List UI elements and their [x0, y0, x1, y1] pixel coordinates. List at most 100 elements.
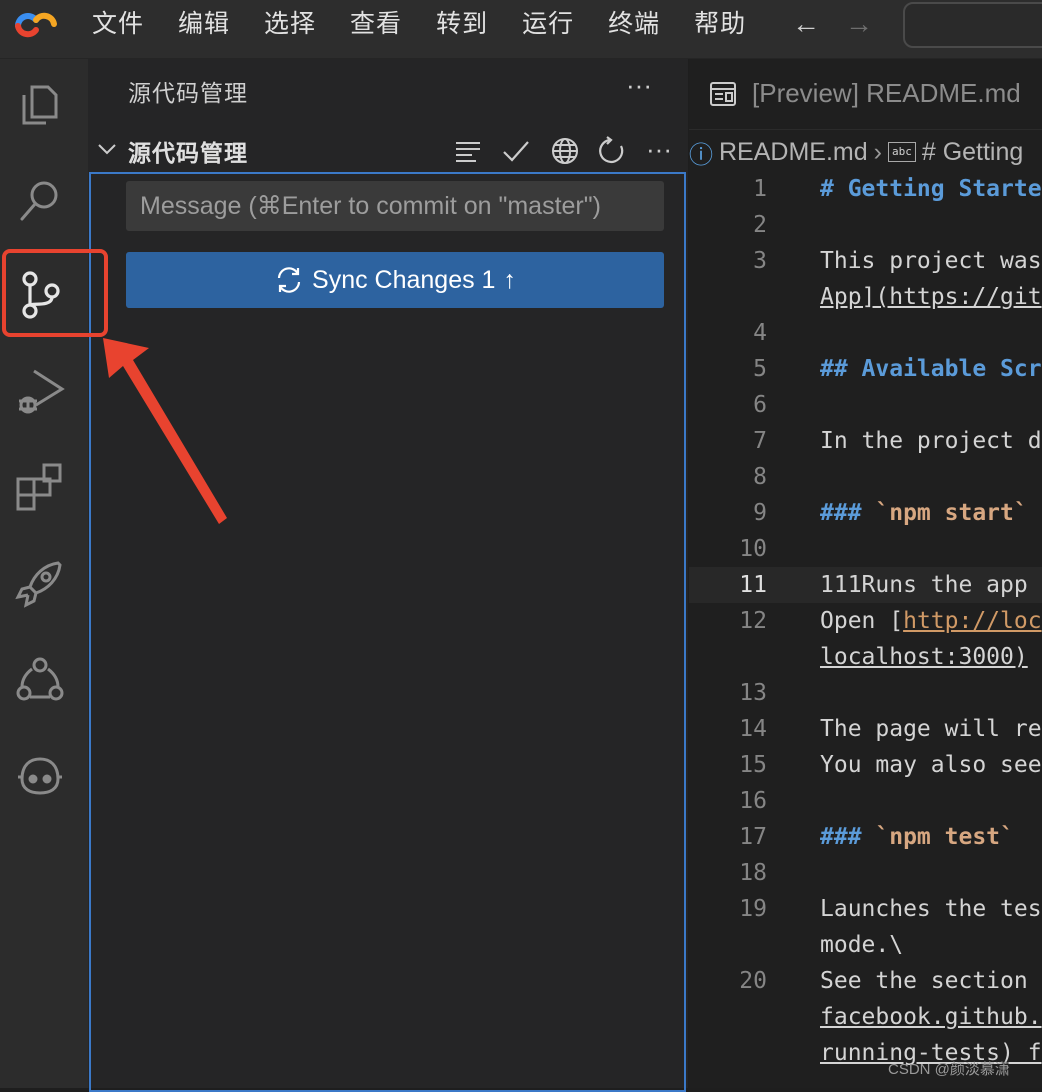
- code-line[interactable]: 12 Open [http://loc: [689, 603, 1042, 639]
- line-text: In the project d: [820, 428, 1042, 454]
- line-number: 6: [753, 392, 767, 418]
- line-number: 4: [753, 320, 767, 346]
- code-line[interactable]: 9 ### `npm start`: [689, 495, 1042, 531]
- symbol-string-icon: abc: [887, 142, 916, 162]
- menu-item[interactable]: 查看: [350, 6, 402, 42]
- code-editor[interactable]: 1 # Getting Starte 2 3 This project was App](…: [689, 171, 1042, 1088]
- forward-arrow-icon[interactable]: →: [845, 8, 873, 40]
- line-number: 16: [739, 788, 767, 814]
- activity-bar: [0, 59, 88, 1088]
- annotation-highlight-box: [2, 249, 108, 337]
- tab-label: [Preview] README.md: [752, 78, 1021, 108]
- code-line[interactable]: 17 ### `npm test`: [689, 819, 1042, 855]
- line-number: 12: [739, 608, 767, 634]
- code-line[interactable]: 14 The page will re: [689, 711, 1042, 747]
- menu-item[interactable]: 转到: [436, 6, 488, 42]
- commit-checkmark-icon[interactable]: [501, 136, 531, 166]
- breadcrumb-file[interactable]: README.md: [719, 138, 868, 167]
- line-number: 11: [739, 572, 767, 598]
- code-line[interactable]: facebook.github.: [689, 999, 1042, 1035]
- code-line[interactable]: 13: [689, 675, 1042, 711]
- watermark: CSDN @颜淡慕潇: [888, 1061, 1010, 1078]
- breadcrumb: ⓘ README.md › abc # Getting: [689, 133, 1023, 171]
- view-as-list-icon[interactable]: [453, 136, 483, 166]
- scm-section-title[interactable]: 源代码管理: [128, 134, 248, 168]
- app-logo-icon: [15, 12, 57, 38]
- code-line[interactable]: 4: [689, 315, 1042, 351]
- breadcrumb-symbol[interactable]: # Getting: [922, 138, 1023, 167]
- rocket-icon[interactable]: [14, 557, 66, 609]
- extensions-icon[interactable]: [14, 461, 66, 513]
- line-text: Launches the tes: [820, 896, 1042, 922]
- line-number: 2: [753, 212, 767, 238]
- globe-icon[interactable]: [550, 136, 580, 166]
- code-line[interactable]: 10: [689, 531, 1042, 567]
- code-line[interactable]: 16: [689, 783, 1042, 819]
- line-text: mode.\: [820, 932, 904, 958]
- line-number: 5: [753, 356, 767, 382]
- code-line[interactable]: 6: [689, 387, 1042, 423]
- refresh-icon[interactable]: [597, 136, 627, 166]
- line-text: facebook.github.: [820, 1004, 1042, 1030]
- sync-icon: [277, 267, 301, 293]
- code-line[interactable]: 1 # Getting Starte: [689, 171, 1042, 207]
- line-text: ## Available Scr: [820, 356, 1042, 382]
- line-number: 7: [753, 428, 767, 454]
- line-number: 17: [739, 824, 767, 850]
- menu-item[interactable]: 编辑: [178, 6, 230, 42]
- code-line[interactable]: 8: [689, 459, 1042, 495]
- copilot-icon[interactable]: [14, 749, 66, 801]
- line-text: localhost:3000): [820, 644, 1028, 670]
- menu-item[interactable]: 帮助: [694, 6, 746, 42]
- line-number: 15: [739, 752, 767, 778]
- search-icon[interactable]: [14, 175, 66, 227]
- code-line[interactable]: 2: [689, 207, 1042, 243]
- explorer-icon[interactable]: [14, 79, 66, 131]
- line-number: 3: [753, 248, 767, 274]
- line-text: This project was: [820, 248, 1042, 274]
- code-line[interactable]: 18: [689, 855, 1042, 891]
- code-line[interactable]: localhost:3000): [689, 639, 1042, 675]
- more-actions-icon[interactable]: ···: [626, 70, 652, 101]
- menu-item[interactable]: 运行: [522, 6, 574, 42]
- code-line[interactable]: 3 This project was: [689, 243, 1042, 279]
- code-line[interactable]: 7 In the project d: [689, 423, 1042, 459]
- line-number: 14: [739, 716, 767, 742]
- line-number: 18: [739, 860, 767, 886]
- code-line[interactable]: App](https://git: [689, 279, 1042, 315]
- code-line[interactable]: 20 See the section: [689, 963, 1042, 999]
- line-text: See the section: [820, 968, 1028, 994]
- back-arrow-icon[interactable]: ←: [792, 8, 820, 40]
- code-line[interactable]: 11 111Runs the app: [689, 567, 1042, 603]
- share-icon[interactable]: [14, 653, 66, 705]
- line-number: 19: [739, 896, 767, 922]
- scm-more-icon[interactable]: ···: [646, 136, 676, 166]
- line-number: 10: [739, 536, 767, 562]
- line-text: The page will re: [820, 716, 1042, 742]
- line-text: # Getting Starte: [820, 176, 1042, 202]
- menu-item[interactable]: 终端: [608, 6, 660, 42]
- code-line[interactable]: 15 You may also see: [689, 747, 1042, 783]
- code-line[interactable]: 19 Launches the tes: [689, 891, 1042, 927]
- code-line[interactable]: mode.\: [689, 927, 1042, 963]
- line-text: App](https://git: [820, 284, 1042, 310]
- chevron-right-icon: ›: [873, 137, 882, 166]
- sync-changes-button[interactable]: Sync Changes 1 ↑: [126, 252, 664, 308]
- run-debug-icon[interactable]: [14, 365, 66, 417]
- line-text: You may also see: [820, 752, 1042, 778]
- line-text: 111Runs the app: [820, 572, 1028, 598]
- commit-message-input[interactable]: [126, 181, 664, 231]
- line-text: ### `npm test`: [820, 824, 1014, 850]
- sidebar-title: 源代码管理: [128, 80, 248, 106]
- menu-item[interactable]: 选择: [264, 6, 316, 42]
- sync-up-arrow-icon: ↑: [503, 265, 516, 294]
- chevron-down-icon[interactable]: [96, 138, 118, 160]
- menu-item[interactable]: 文件: [92, 6, 144, 42]
- scm-pane-focus-border: [89, 172, 686, 1092]
- annotation-arrow: [103, 338, 227, 524]
- code-line[interactable]: 5 ## Available Scr: [689, 351, 1042, 387]
- info-icon: ⓘ: [689, 141, 713, 169]
- command-center-search[interactable]: [903, 2, 1042, 48]
- line-text: ### `npm start`: [820, 500, 1028, 526]
- line-number: 8: [753, 464, 767, 490]
